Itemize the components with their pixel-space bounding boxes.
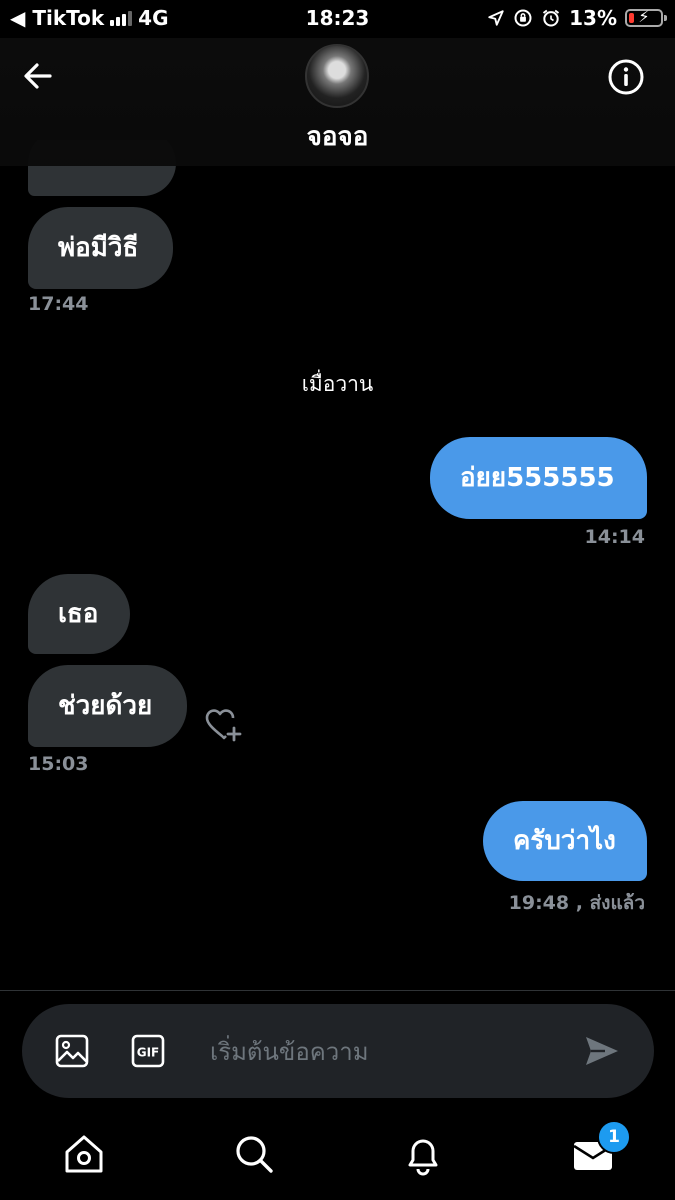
status-right: 13% ⚡ [487, 6, 667, 30]
battery-icon: ⚡ [625, 7, 667, 27]
notification-badge: 1 [597, 1120, 631, 1154]
conversation-header: จอจอ [0, 38, 675, 166]
home-icon[interactable] [62, 1132, 106, 1176]
avatar[interactable] [305, 44, 369, 108]
bell-icon[interactable] [401, 1132, 445, 1176]
message-timestamp: 15:03 [28, 753, 89, 775]
orientation-lock-icon [514, 9, 532, 27]
gif-icon[interactable]: GIF [130, 1033, 166, 1069]
alarm-icon [543, 9, 560, 27]
message-timestamp: 19:48 [508, 892, 570, 914]
day-separator: เมื่อวาน [301, 372, 374, 396]
info-icon[interactable] [607, 58, 645, 96]
svg-text:GIF: GIF [137, 1046, 160, 1060]
messages-tab[interactable]: 1 [571, 1120, 631, 1176]
divider [0, 990, 675, 991]
message-input[interactable] [208, 1026, 572, 1078]
message-bubble-incoming[interactable]: ช่วยด้วย [28, 665, 187, 747]
message-status: 19:48 , ส่งแล้ว [509, 888, 645, 918]
message-bubble-outgoing[interactable]: อ่ยย555555 [430, 437, 647, 519]
status-bar: ◀ TikTok 4G 18:23 13% ⚡ [0, 0, 675, 38]
contact-name[interactable]: จอจอ [0, 116, 675, 157]
battery-percent: 13% [569, 6, 617, 30]
arrow-left-icon[interactable] [18, 56, 58, 96]
message-timestamp: 17:44 [28, 293, 89, 315]
message-bubble-outgoing[interactable]: ครับว่าไง [483, 801, 647, 881]
message-bubble-incoming[interactable]: เธอ [28, 574, 130, 654]
send-icon[interactable] [582, 1033, 620, 1069]
message-list[interactable]: พ่อมีวิธี 17:44 เมื่อวาน อ่ยย555555 14:1… [0, 140, 675, 990]
heart-plus-icon[interactable] [204, 708, 244, 744]
image-icon[interactable] [54, 1033, 90, 1069]
bottom-nav: 1 [0, 1110, 675, 1200]
location-arrow-icon [488, 10, 504, 26]
message-bubble-incoming[interactable]: พ่อมีวิธี [28, 207, 173, 289]
message-timestamp: 14:14 [584, 526, 645, 548]
sent-status: , ส่งแล้ว [575, 892, 645, 914]
message-composer: GIF [22, 1004, 654, 1098]
search-icon[interactable] [232, 1132, 276, 1176]
